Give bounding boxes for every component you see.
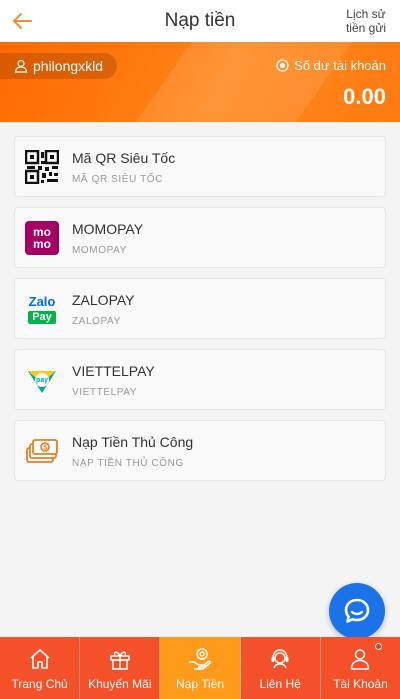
deposit-history-link[interactable]: Lịch sử tiền gửi xyxy=(342,7,390,35)
method-momopay[interactable]: mo mo MOMOPAY MOMOPAY xyxy=(14,207,386,268)
method-name: Nạp Tiền Thủ Công xyxy=(72,434,194,450)
bottom-navigation: Trang Chủ Khuyến Mãi Nạp Tiền Liên Hệ Tà… xyxy=(0,637,400,699)
nav-label: Liên Hệ xyxy=(259,677,301,691)
arrow-left-icon xyxy=(11,12,33,30)
gift-icon xyxy=(107,646,133,672)
nav-home[interactable]: Trang Chủ xyxy=(0,637,81,699)
chat-bubble-icon xyxy=(342,596,372,626)
username-badge[interactable]: philongxkld xyxy=(0,53,118,79)
momo-logo-icon: mo mo xyxy=(25,221,59,255)
method-manual[interactable]: $ Nạp Tiền Thủ Công NẠP TIỀN THỦ CÔNG xyxy=(14,420,386,481)
method-subtitle: ZALOPAY xyxy=(72,316,121,327)
balance-label: Số dư tài khoản xyxy=(294,58,386,73)
qr-code-icon xyxy=(25,150,59,184)
method-zalopay[interactable]: Zalo Pay ZALOPAY ZALOPAY xyxy=(14,278,386,339)
nav-label: Tài Khoản xyxy=(333,677,388,691)
page-title: Nạp tiền xyxy=(164,10,236,31)
notification-dot xyxy=(375,643,383,650)
target-icon xyxy=(276,59,289,72)
method-name: ZALOPAY xyxy=(72,292,135,308)
username: philongxkld xyxy=(33,58,104,74)
method-name: VIETTELPAY xyxy=(72,363,155,379)
home-icon xyxy=(27,646,53,672)
history-label-line1: Lịch sử xyxy=(346,7,386,21)
headset-icon xyxy=(267,646,293,672)
user-outline-icon xyxy=(14,59,28,73)
top-bar: Nạp tiền Lịch sử tiền gửi xyxy=(0,0,400,42)
nav-label: Nạp Tiền xyxy=(175,677,225,691)
method-name: Mã QR Siêu Tốc xyxy=(72,150,176,166)
method-subtitle: MOMOPAY xyxy=(72,245,127,256)
method-subtitle: VIETTELPAY xyxy=(72,387,138,398)
method-qr[interactable]: Mã QR Siêu Tốc MÃ QR SIÊU TỐC xyxy=(14,136,386,197)
method-viettelpay[interactable]: pay VIETTELPAY VIETTELPAY xyxy=(14,349,386,410)
balance-banner: philongxkld Số dư tài khoản 0.00 xyxy=(0,42,400,122)
nav-label: Trang Chủ xyxy=(11,677,68,691)
live-chat-button[interactable] xyxy=(329,583,385,639)
svg-text:$: $ xyxy=(43,445,47,452)
nav-account[interactable]: Tài Khoản xyxy=(321,637,400,699)
back-button[interactable] xyxy=(6,6,38,36)
nav-contact[interactable]: Liên Hệ xyxy=(241,637,321,699)
zalo-logo-top: Zalo xyxy=(28,293,56,309)
momo-logo-bottom: mo xyxy=(33,237,51,251)
balance-label-group: Số dư tài khoản xyxy=(276,58,386,73)
zalo-logo-bottom: Pay xyxy=(28,310,56,324)
zalopay-logo-icon: Zalo Pay xyxy=(25,292,59,326)
method-subtitle: MÃ QR SIÊU TỐC xyxy=(72,174,164,185)
user-icon xyxy=(347,646,373,672)
viettel-logo-text: pay xyxy=(35,376,49,384)
deposit-screen: Nạp tiền Lịch sử tiền gửi philongxkld Số… xyxy=(0,0,400,699)
cash-icon: $ xyxy=(25,434,59,468)
nav-deposit[interactable]: Nạp Tiền xyxy=(160,637,241,699)
deposit-hand-icon xyxy=(187,646,213,672)
balance-amount: 0.00 xyxy=(343,84,386,109)
method-name: MOMOPAY xyxy=(72,221,144,237)
nav-label: Khuyến Mãi xyxy=(88,677,152,691)
method-subtitle: NẠP TIỀN THỦ CÔNG xyxy=(72,458,184,469)
payment-method-list: Mã QR Siêu Tốc MÃ QR SIÊU TỐC mo mo MOMO… xyxy=(14,136,386,491)
history-label-line2: tiền gửi xyxy=(345,21,387,35)
nav-promotions[interactable]: Khuyến Mãi xyxy=(80,637,161,699)
viettelpay-logo-icon: pay xyxy=(25,363,59,397)
